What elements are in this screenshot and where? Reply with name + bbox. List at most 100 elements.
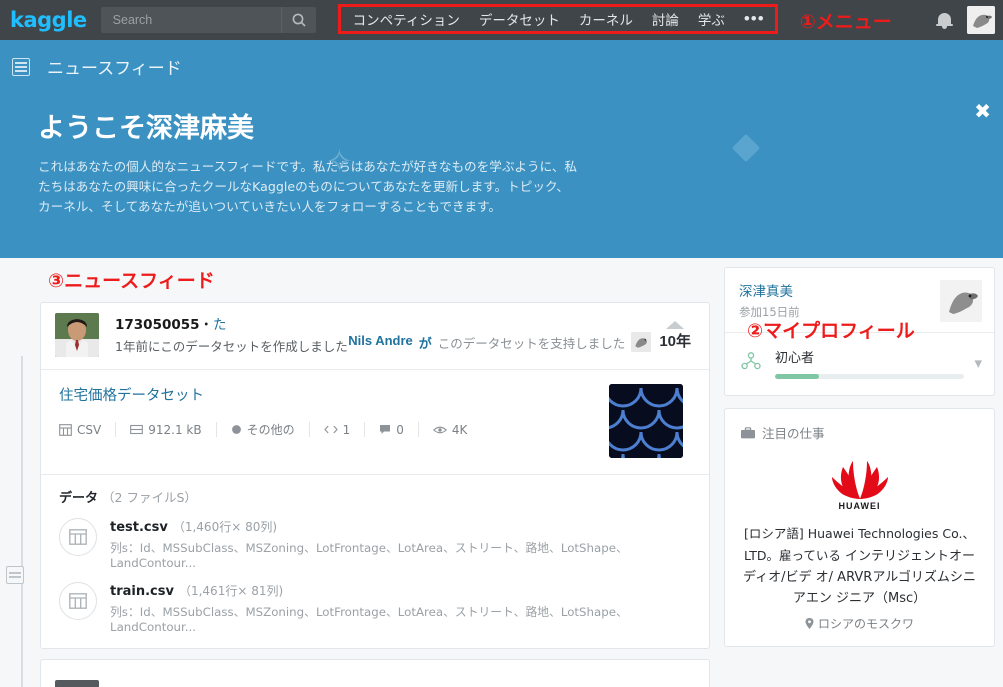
file-columns: 列s：Id、MSSubClass、MSZoning、LotFrontage、Lo… [110, 541, 628, 570]
post-author-avatar[interactable] [55, 313, 99, 357]
hero-title: ニュースフィード [47, 59, 182, 79]
search-input[interactable] [100, 12, 281, 28]
profile-name[interactable]: 深津真美 [739, 280, 800, 300]
upvote-button[interactable]: 10年 [659, 321, 691, 351]
stat-license-label: その他の [246, 423, 295, 437]
upvote-arrow-icon[interactable] [666, 321, 685, 329]
upvote-count: 10年 [659, 333, 691, 350]
bell-icon[interactable] [936, 11, 953, 29]
upvote-action-text: このデータセットを支持しました [437, 336, 626, 351]
tier-progress-group: 初心者 [775, 347, 965, 379]
user-avatar[interactable] [967, 6, 995, 34]
right-sidebar: ②マイプロフィール 深津真美 参加15日前 初心者 ▾ 注目の仕事 HUAWEI… [716, 258, 1003, 687]
next-feed-post-card[interactable] [40, 659, 710, 687]
stat-size-label: 912.1 kB [148, 422, 202, 437]
dataset-info: 住宅価格データセット CSV 912.1 kB その他の 1 0 4K [59, 384, 609, 458]
annotation-menu-label: ①メニュー [799, 10, 892, 33]
job-title-line5: ジニア（Msc） [836, 591, 927, 606]
timeline-rail [21, 356, 23, 687]
stat-views-label: 4K [451, 422, 468, 437]
code-icon [323, 425, 338, 434]
file-dims: （1,461行× 81列) [178, 584, 284, 598]
comment-icon [380, 425, 391, 434]
file-name-line: test.csv （1,460行× 80列) [110, 518, 693, 535]
job-location-label: ロシアのモスクワ [817, 617, 914, 631]
job-location: ロシアのモスクワ [743, 615, 976, 632]
post-meta: 173050055・た 1年前にこのデータセットを作成しました [115, 313, 348, 355]
topnav-right-group [936, 0, 995, 40]
file-row[interactable]: test.csv （1,460行× 80列) 列s：Id、MSSubClass、M… [59, 518, 693, 570]
stat-comments-label: 0 [396, 422, 404, 437]
hero-welcome-title: ようこそ深津麻美 [38, 113, 254, 144]
chevron-down-icon[interactable]: ▾ [974, 354, 982, 372]
database-icon [130, 424, 144, 435]
nav-link-kernels[interactable]: カーネル [579, 9, 633, 29]
timeline-node-dataset-icon [6, 566, 24, 584]
job-title-line1: [ロシア語] Huawei Technologies Co.、 [744, 526, 975, 541]
feed-column: ③ニュースフィード 173050055・た 1年前にこのデータセットを作成しまし… [0, 258, 716, 687]
job-title[interactable]: [ロシア語] Huawei Technologies Co.、 LTD。雇ってい… [743, 523, 976, 609]
file-name[interactable]: train.csv [110, 584, 174, 599]
upvoter-avatar[interactable] [631, 332, 652, 352]
files-header-count: （2 ファイルS） [102, 490, 197, 505]
stat-views: 4K [419, 423, 482, 437]
newsfeed-hero-banner: ニュースフィード ✧ ようこそ深津麻美 これはあなたの個人的なニュースフィードで… [0, 40, 1003, 258]
nav-link-learn[interactable]: 学ぶ [698, 9, 725, 29]
file-row[interactable]: train.csv （1,461行× 81列) 列s：Id、MSSubClass、… [59, 582, 693, 634]
stat-kernels-label: 1 [342, 422, 351, 437]
circle-icon [231, 425, 241, 434]
next-post-avatar [55, 680, 99, 687]
kaggle-logo[interactable]: kaggle [10, 8, 87, 32]
search-box[interactable] [100, 7, 316, 33]
post-action-text: 1年前にこのデータセットを作成しました [115, 339, 348, 354]
eye-icon [432, 426, 447, 433]
close-icon[interactable]: ✖ [974, 102, 991, 122]
files-header-label: データ [59, 491, 99, 506]
post-author-line: 173050055・た [115, 313, 348, 333]
file-dims: （1,460行× 80列) [172, 520, 278, 534]
huawei-logo: HUAWEI [743, 456, 976, 511]
file-info: test.csv （1,460行× 80列) 列s：Id、MSSubClass、M… [110, 518, 693, 570]
post-author-suffix[interactable]: た [213, 317, 227, 333]
dataset-stats-row: CSV 912.1 kB その他の 1 0 4K [59, 421, 609, 438]
hero-header: ニュースフィード [0, 40, 1003, 79]
annotation-profile-label: ②マイプロフィール [747, 320, 915, 342]
file-info: train.csv （1,461行× 81列) 列s：Id、MSSubClass、… [110, 582, 693, 634]
tier-name: 初心者 [775, 351, 815, 366]
jobs-header-label: 注目の仕事 [762, 426, 825, 441]
main-content: ③ニュースフィード 173050055・た 1年前にこのデータセットを作成しまし… [0, 258, 1003, 687]
stat-kernels: 1 [310, 423, 365, 437]
pin-icon [805, 618, 814, 629]
featured-jobs-card: 注目の仕事 HUAWEI [ロシア語] Huawei Technologies … [724, 408, 995, 647]
upvoter-suffix: が [418, 336, 432, 351]
file-name[interactable]: test.csv [110, 520, 168, 535]
dataset-title[interactable]: 住宅価格データセット [59, 384, 609, 405]
dataset-thumbnail[interactable] [609, 384, 683, 458]
file-columns: 列s：Id、MSSubClass、MSZoning、LotFrontage、Lo… [110, 605, 628, 634]
tier-icon [741, 351, 763, 375]
goose-avatar[interactable] [940, 280, 982, 322]
stat-license: その他の [217, 421, 309, 438]
file-table-icon [59, 518, 97, 556]
briefcase-icon [741, 426, 755, 438]
annotation-newsfeed-label: ③ニュースフィード [48, 270, 215, 292]
post-author-sep: ・ [199, 317, 214, 333]
job-item[interactable]: HUAWEI [ロシア語] Huawei Technologies Co.、 L… [725, 452, 994, 646]
stat-size: 912.1 kB [116, 423, 215, 437]
nav-link-competitions[interactable]: コンペティション [353, 9, 460, 29]
feed-post-card: 173050055・た 1年前にこのデータセットを作成しました Nils And… [40, 302, 710, 649]
nav-more-icon[interactable]: ••• [744, 10, 765, 27]
nav-links-group: コンペティション データセット カーネル 討論 学ぶ ••• [337, 4, 778, 34]
post-upvote-group: Nils Andre が このデータセットを支持しました 10年 [348, 313, 697, 352]
post-header: 173050055・た 1年前にこのデータセットを作成しました Nils And… [41, 303, 709, 369]
dataset-files-section: データ （2 ファイルS） test.csv （1,460行× 80列) 列s：Id… [41, 475, 709, 648]
nav-link-discussion[interactable]: 討論 [652, 9, 679, 29]
post-author-id[interactable]: 173050055 [115, 317, 200, 333]
nav-link-datasets[interactable]: データセット [479, 9, 560, 29]
upvoter-name[interactable]: Nils Andre [348, 333, 413, 348]
profile-identity: 深津真美 参加15日前 [739, 280, 800, 320]
tier-progress-fill [775, 374, 819, 379]
jobs-header: 注目の仕事 [725, 409, 994, 452]
search-icon[interactable] [282, 7, 316, 33]
job-title-line2: LTD。雇っている [743, 548, 841, 563]
